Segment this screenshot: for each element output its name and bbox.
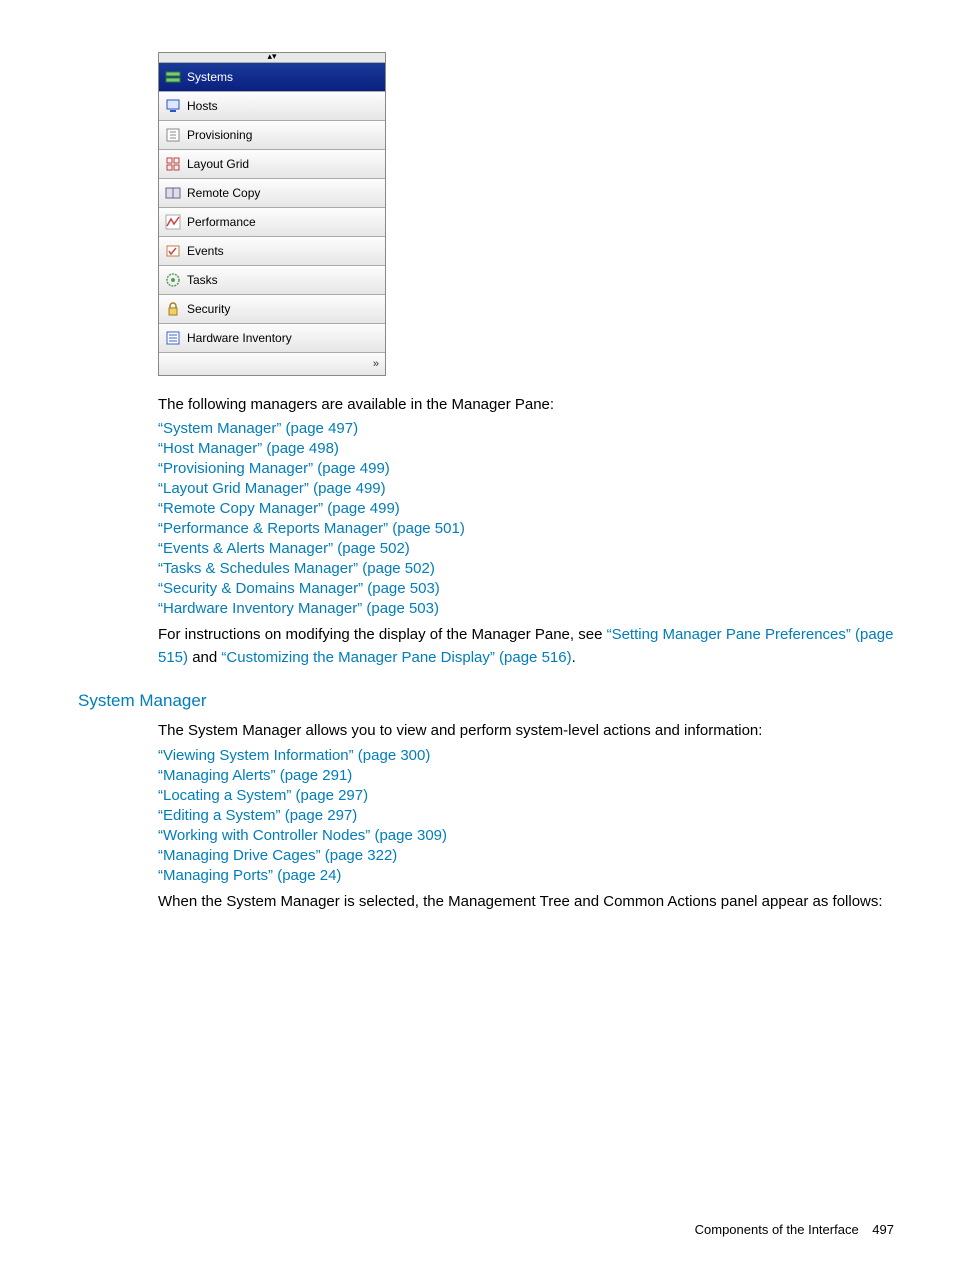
manager-pane: ▴▾ Systems Hosts Provisioning Layout Gri… bbox=[158, 52, 386, 376]
pane-item-label: Remote Copy bbox=[187, 179, 260, 207]
layout-grid-icon bbox=[165, 156, 181, 172]
link-tasks-schedules-manager[interactable]: “Tasks & Schedules Manager” (page 502) bbox=[158, 560, 435, 577]
pane-item-performance[interactable]: Performance bbox=[159, 208, 385, 237]
after-links-mid: and bbox=[188, 649, 221, 666]
after-links-end: . bbox=[572, 649, 576, 666]
pane-item-hosts[interactable]: Hosts bbox=[159, 92, 385, 121]
link-events-alerts-manager[interactable]: “Events & Alerts Manager” (page 502) bbox=[158, 540, 410, 557]
footer-label: Components of the Interface bbox=[695, 1222, 859, 1237]
security-icon bbox=[165, 301, 181, 317]
tasks-icon bbox=[165, 272, 181, 288]
pane-item-remote-copy[interactable]: Remote Copy bbox=[159, 179, 385, 208]
systems-icon bbox=[165, 69, 181, 85]
pane-item-systems[interactable]: Systems bbox=[159, 63, 385, 92]
events-icon bbox=[165, 243, 181, 259]
pane-expand-icon[interactable]: » bbox=[159, 353, 385, 375]
pane-item-provisioning[interactable]: Provisioning bbox=[159, 121, 385, 150]
after-links-para: For instructions on modifying the displa… bbox=[158, 623, 904, 670]
pane-item-security[interactable]: Security bbox=[159, 295, 385, 324]
after-links-pre: For instructions on modifying the displa… bbox=[158, 626, 607, 643]
sm-outro: When the System Manager is selected, the… bbox=[158, 890, 904, 913]
pane-item-tasks[interactable]: Tasks bbox=[159, 266, 385, 295]
link-customizing-display[interactable]: “Customizing the Manager Pane Display” (… bbox=[221, 649, 571, 666]
link-locating-system[interactable]: “Locating a System” (page 297) bbox=[158, 787, 368, 804]
link-provisioning-manager[interactable]: “Provisioning Manager” (page 499) bbox=[158, 460, 390, 477]
remote-copy-icon bbox=[165, 185, 181, 201]
provisioning-icon bbox=[165, 127, 181, 143]
pane-item-hardware-inventory[interactable]: Hardware Inventory bbox=[159, 324, 385, 353]
link-layout-grid-manager[interactable]: “Layout Grid Manager” (page 499) bbox=[158, 480, 386, 497]
link-performance-reports-manager[interactable]: “Performance & Reports Manager” (page 50… bbox=[158, 520, 465, 537]
pane-grip-bar[interactable]: ▴▾ bbox=[159, 53, 385, 63]
intro-text: The following managers are available in … bbox=[158, 394, 904, 416]
pane-item-label: Security bbox=[187, 295, 230, 323]
pane-item-layout-grid[interactable]: Layout Grid bbox=[159, 150, 385, 179]
link-drive-cages[interactable]: “Managing Drive Cages” (page 322) bbox=[158, 847, 397, 864]
link-managing-ports[interactable]: “Managing Ports” (page 24) bbox=[158, 867, 341, 884]
pane-item-label: Performance bbox=[187, 208, 256, 236]
pane-item-label: Tasks bbox=[187, 266, 218, 294]
pane-item-label: Provisioning bbox=[187, 121, 252, 149]
link-security-domains-manager[interactable]: “Security & Domains Manager” (page 503) bbox=[158, 580, 440, 597]
page-footer: Components of the Interface 497 bbox=[695, 1222, 894, 1237]
pane-item-label: Events bbox=[187, 237, 224, 265]
link-controller-nodes[interactable]: “Working with Controller Nodes” (page 30… bbox=[158, 827, 447, 844]
link-hardware-inventory-manager[interactable]: “Hardware Inventory Manager” (page 503) bbox=[158, 600, 439, 617]
link-host-manager[interactable]: “Host Manager” (page 498) bbox=[158, 440, 339, 457]
footer-page-number: 497 bbox=[872, 1222, 894, 1237]
link-system-manager[interactable]: “System Manager” (page 497) bbox=[158, 420, 358, 437]
link-managing-alerts[interactable]: “Managing Alerts” (page 291) bbox=[158, 767, 352, 784]
link-editing-system[interactable]: “Editing a System” (page 297) bbox=[158, 807, 357, 824]
sm-intro: The System Manager allows you to view an… bbox=[158, 719, 904, 742]
hosts-icon bbox=[165, 98, 181, 114]
pane-item-label: Layout Grid bbox=[187, 150, 249, 178]
performance-icon bbox=[165, 214, 181, 230]
hardware-inventory-icon bbox=[165, 330, 181, 346]
pane-item-events[interactable]: Events bbox=[159, 237, 385, 266]
link-viewing-system-info[interactable]: “Viewing System Information” (page 300) bbox=[158, 747, 430, 764]
pane-item-label: Hardware Inventory bbox=[187, 324, 292, 352]
pane-item-label: Systems bbox=[187, 63, 233, 91]
link-remote-copy-manager[interactable]: “Remote Copy Manager” (page 499) bbox=[158, 500, 400, 517]
section-heading-system-manager: System Manager bbox=[78, 691, 904, 711]
pane-item-label: Hosts bbox=[187, 92, 218, 120]
